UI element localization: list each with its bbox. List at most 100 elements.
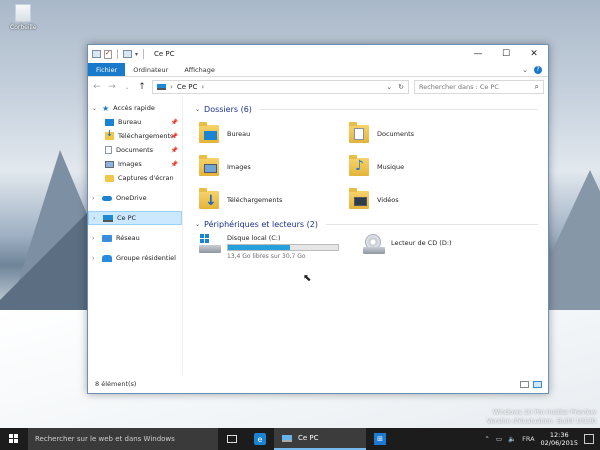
volume-icon[interactable]: 🔈 bbox=[508, 435, 516, 443]
sidebar-item-label: Bureau bbox=[118, 118, 142, 126]
collapsed-chevron-icon[interactable]: › bbox=[93, 215, 99, 222]
clock-time: 12:36 bbox=[549, 431, 569, 439]
taskbar-app-explorer[interactable]: Ce PC bbox=[274, 428, 366, 450]
folder-tile-videos[interactable]: Vidéos bbox=[349, 183, 499, 216]
expanded-chevron-icon[interactable]: ⌄ bbox=[92, 105, 98, 112]
start-button[interactable] bbox=[0, 428, 28, 450]
folder-tile-images[interactable]: Images bbox=[199, 150, 349, 183]
drive-tile-cd[interactable]: Lecteur de CD (D:) bbox=[363, 234, 452, 260]
folder-tile-telechargements[interactable]: ↓ Téléchargements bbox=[199, 183, 349, 216]
taskbar-app-label: Ce PC bbox=[298, 434, 319, 442]
sidebar-item-ce-pc[interactable]: › Ce PC bbox=[88, 211, 182, 225]
devices-list: Disque local (C:) 13,4 Go libres sur 30,… bbox=[199, 234, 548, 260]
up-arrow-icon[interactable]: ↑ bbox=[137, 82, 147, 92]
tab-ordinateur[interactable]: Ordinateur bbox=[125, 63, 176, 76]
computer-icon bbox=[92, 50, 101, 58]
devices-section-header[interactable]: ⌄ Périphériques et lecteurs (2) bbox=[195, 218, 548, 230]
details-view-icon[interactable] bbox=[520, 380, 529, 388]
sidebar-item-quick-access[interactable]: ⌄ ★ Accès rapide bbox=[88, 101, 182, 115]
collapsed-chevron-icon[interactable]: › bbox=[92, 195, 98, 202]
minimize-button[interactable]: — bbox=[464, 45, 492, 63]
clock[interactable]: 12:36 02/06/2015 bbox=[541, 431, 578, 447]
sidebar-item-bureau[interactable]: Bureau 📌 bbox=[88, 115, 182, 129]
search-input[interactable]: Rechercher dans : Ce PC ⌕ bbox=[414, 80, 544, 94]
sidebar-item-label: Accès rapide bbox=[113, 104, 155, 112]
sidebar-item-telechargements[interactable]: Téléchargements 📌 bbox=[88, 129, 182, 143]
pin-icon: 📌 bbox=[170, 132, 178, 140]
folder-tile-documents[interactable]: Documents bbox=[349, 117, 499, 150]
folder-label: Vidéos bbox=[377, 195, 399, 204]
breadcrumb-location[interactable]: Ce PC bbox=[177, 83, 198, 91]
network-icon bbox=[102, 234, 112, 242]
sidebar-item-images[interactable]: Images 📌 bbox=[88, 157, 182, 171]
properties-icon[interactable] bbox=[104, 49, 112, 59]
large-icons-view-icon[interactable] bbox=[533, 380, 542, 388]
watermark-line: Version d'évaluation. Build 10130 bbox=[486, 417, 596, 425]
title-bar[interactable]: ▾ Ce PC — ☐ ✕ bbox=[88, 45, 548, 63]
close-button[interactable]: ✕ bbox=[520, 45, 548, 63]
sidebar-item-label: OneDrive bbox=[116, 194, 147, 202]
collapsed-chevron-icon[interactable]: › bbox=[92, 235, 98, 242]
window-controls: — ☐ ✕ bbox=[464, 45, 548, 63]
network-status-icon[interactable]: ▭ bbox=[496, 435, 502, 443]
sidebar-item-label: Captures d'écran bbox=[118, 174, 174, 182]
sidebar-item-captures[interactable]: Captures d'écran bbox=[88, 171, 182, 185]
folders-section-header[interactable]: ⌄ Dossiers (6) bbox=[195, 103, 548, 115]
search-icon[interactable]: ⌕ bbox=[535, 82, 539, 92]
maximize-button[interactable]: ☐ bbox=[492, 45, 520, 63]
folder-tile-musique[interactable]: ♪ Musique bbox=[349, 150, 499, 183]
breadcrumb-chevron-icon[interactable]: › bbox=[170, 83, 173, 91]
customize-chevron-icon[interactable]: ▾ bbox=[135, 51, 138, 58]
pin-icon: 📌 bbox=[170, 146, 178, 154]
collapsed-chevron-icon[interactable]: › bbox=[92, 255, 98, 262]
sidebar-item-documents[interactable]: Documents 📌 bbox=[88, 143, 182, 157]
recent-chevron-icon[interactable]: ⌄ bbox=[122, 84, 132, 91]
drive-tile-local-disk[interactable]: Disque local (C:) 13,4 Go libres sur 30,… bbox=[199, 234, 339, 260]
expand-ribbon-icon[interactable]: ⌄ bbox=[522, 66, 528, 74]
section-title: Périphériques et lecteurs (2) bbox=[204, 219, 318, 229]
navigation-pane: ⌄ ★ Accès rapide Bureau 📌 Téléchargement… bbox=[88, 97, 183, 375]
sidebar-item-label: Images bbox=[118, 160, 142, 168]
folders-grid: Bureau Documents Images ♪ Musique ↓ Télé… bbox=[199, 117, 548, 216]
edge-browser-button[interactable]: e bbox=[246, 428, 274, 450]
windows-logo-icon bbox=[9, 434, 19, 444]
taskbar-search-box[interactable]: Rechercher sur le web et dans Windows bbox=[28, 428, 218, 450]
folder-tile-bureau[interactable]: Bureau bbox=[199, 117, 349, 150]
sidebar-item-label: Groupe résidentiel bbox=[116, 254, 176, 262]
task-view-button[interactable] bbox=[218, 428, 246, 450]
action-center-icon[interactable] bbox=[584, 434, 594, 444]
new-folder-icon[interactable] bbox=[123, 50, 132, 58]
mouse-cursor-icon: ⬉ bbox=[303, 273, 312, 284]
sidebar-item-label: Téléchargements bbox=[118, 132, 174, 140]
language-indicator[interactable]: FRA bbox=[522, 435, 534, 443]
show-hidden-icons-chevron-icon[interactable]: ⌃ bbox=[484, 435, 489, 443]
videos-folder-icon bbox=[349, 187, 369, 209]
refresh-icon[interactable]: ↻ bbox=[398, 83, 404, 91]
separator bbox=[117, 49, 118, 59]
folder-label: Bureau bbox=[227, 129, 251, 138]
sidebar-item-onedrive[interactable]: › OneDrive bbox=[88, 191, 182, 205]
watermark-line: Windows 10 Pro Insider Preview bbox=[492, 408, 596, 416]
search-placeholder: Rechercher dans : Ce PC bbox=[419, 83, 499, 91]
section-chevron-icon[interactable]: ⌄ bbox=[195, 106, 200, 113]
tab-fichier[interactable]: Fichier bbox=[88, 63, 126, 76]
folder-label: Documents bbox=[377, 129, 415, 138]
local-disk-icon bbox=[199, 234, 221, 256]
store-button[interactable]: ⊞ bbox=[366, 428, 394, 450]
section-chevron-icon[interactable]: ⌄ bbox=[195, 221, 200, 228]
help-icon[interactable]: ? bbox=[534, 65, 542, 74]
breadcrumb-chevron-icon[interactable]: › bbox=[201, 83, 204, 91]
drive-label: Lecteur de CD (D:) bbox=[391, 239, 452, 247]
tab-affichage[interactable]: Affichage bbox=[176, 63, 223, 76]
forward-arrow-icon[interactable]: → bbox=[107, 82, 117, 92]
address-dropdown-icon[interactable]: ⌄ bbox=[386, 83, 392, 91]
sidebar-item-reseau[interactable]: › Réseau bbox=[88, 231, 182, 245]
computer-icon bbox=[103, 214, 113, 222]
taskbar-search-placeholder: Rechercher sur le web et dans Windows bbox=[35, 435, 175, 443]
address-bar[interactable]: › Ce PC › ⌄ ↻ bbox=[152, 80, 409, 94]
pin-icon: 📌 bbox=[170, 118, 178, 126]
back-arrow-icon[interactable]: ← bbox=[92, 82, 102, 92]
sidebar-item-groupe-residentiel[interactable]: › Groupe résidentiel bbox=[88, 251, 182, 265]
recycle-bin-shortcut[interactable]: Corbeille bbox=[10, 4, 37, 31]
pictures-folder-icon bbox=[199, 154, 219, 176]
